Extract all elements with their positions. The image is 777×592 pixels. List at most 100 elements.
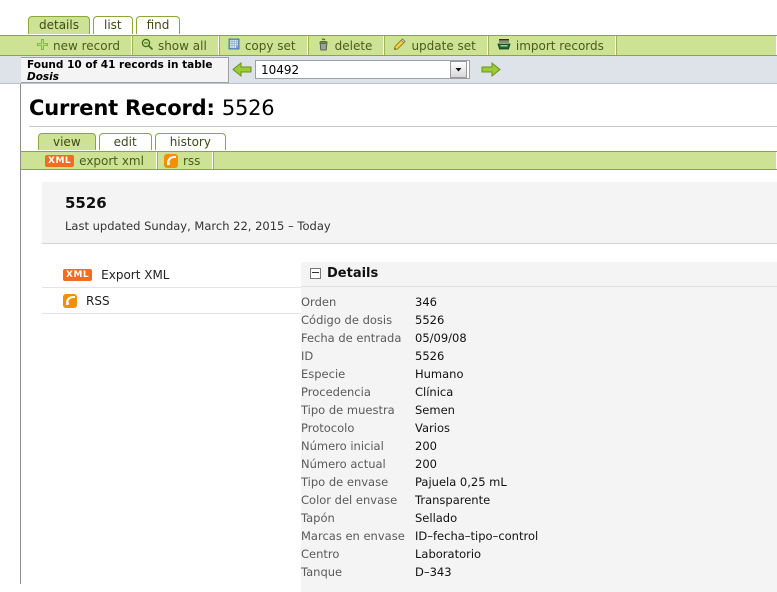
page-body: Current Record: 5526 view edit history XML… xyxy=(20,84,777,592)
update-set-label: update set xyxy=(411,38,476,53)
chevron-down-icon[interactable] xyxy=(450,61,467,78)
record-last-updated: Last updated Sunday, March 22, 2015 – To… xyxy=(65,219,331,233)
details-field-value: Clínica xyxy=(415,385,454,399)
new-record-button[interactable]: new record xyxy=(28,36,132,55)
details-field-label: Orden xyxy=(301,295,337,309)
details-field-value: Varios xyxy=(415,421,450,435)
details-row: Fecha de entrada 05/09/08 xyxy=(301,329,777,347)
details-field-label: Número inicial xyxy=(301,439,384,453)
details-row: Centro Laboratorio xyxy=(301,545,777,563)
update-set-button[interactable]: update set xyxy=(384,36,488,55)
tab-history[interactable]: history xyxy=(154,133,226,150)
details-field-value: Semen xyxy=(415,403,455,417)
details-field-value: Pajuela 0,25 mL xyxy=(415,475,507,489)
show-all-label: show all xyxy=(157,38,207,53)
magnifier-icon xyxy=(141,38,153,53)
page-title-value: 5526 xyxy=(221,96,275,120)
next-record-button[interactable] xyxy=(478,60,504,80)
details-field-label: Marcas en envase xyxy=(301,529,405,543)
details-field-label: Número actual xyxy=(301,457,386,471)
details-field-label: Color del envase xyxy=(301,493,398,507)
record-nav-bar: Found 10 of 41 records in table Dosis No… xyxy=(0,56,777,95)
details-row: Especie Humano xyxy=(301,365,777,383)
top-spacer xyxy=(0,0,777,16)
tab-details[interactable]: details xyxy=(28,16,90,34)
found-table-name: Dosis xyxy=(27,70,60,83)
details-field-label: Fecha de entrada xyxy=(301,331,402,345)
details-row: Tipo de muestra Semen xyxy=(301,401,777,419)
export-xml-label: export xml xyxy=(79,153,144,168)
pencil-icon xyxy=(393,37,407,54)
delete-button[interactable]: delete xyxy=(308,36,385,55)
record-select[interactable]: 10492 xyxy=(255,60,470,79)
details-field-body: Orden 346 Código de dosis 5526 Fecha de entr… xyxy=(301,293,777,581)
details-field-label: Procedencia xyxy=(301,385,371,399)
details-field-value: 200 xyxy=(415,439,437,453)
rss-label: rss xyxy=(182,153,201,168)
page-title: Current Record: 5526 xyxy=(21,84,777,126)
details-row: Tanque D–343 xyxy=(301,563,777,581)
title-divider xyxy=(29,126,777,127)
sub-toolbar-filler xyxy=(213,152,777,169)
details-field-value: 05/09/08 xyxy=(415,331,467,345)
sidebar-item-label: Export XML xyxy=(101,267,170,282)
delete-label: delete xyxy=(334,38,373,53)
sidebar-item-export-xml[interactable]: XML Export XML xyxy=(42,262,301,288)
sidebar-item-rss[interactable]: RSS xyxy=(42,288,301,314)
details-field-value: Humano xyxy=(415,367,464,381)
details-field-table: Orden 346 Código de dosis 5526 Fecha de entr… xyxy=(301,293,777,581)
import-icon xyxy=(497,38,511,53)
rss-icon xyxy=(63,293,77,308)
show-all-button[interactable]: show all xyxy=(132,36,219,55)
details-row: ID 5526 xyxy=(301,347,777,365)
import-records-label: import records xyxy=(515,38,604,53)
details-field-label: Tipo de muestra xyxy=(301,403,395,417)
details-field-value: 200 xyxy=(415,457,437,471)
details-column: Details Orden 346 Código de dosis 5526 Fecha… xyxy=(301,262,777,592)
arrow-right-icon xyxy=(481,61,501,78)
details-field-value: Transparente xyxy=(415,493,491,507)
record-select-value: 10492 xyxy=(261,62,300,77)
copy-set-label: copy set xyxy=(244,38,296,53)
view-tab-row: view edit history xyxy=(21,133,777,151)
import-records-button[interactable]: import records xyxy=(488,36,616,55)
minus-box-icon[interactable] xyxy=(310,268,321,279)
details-field-value: 346 xyxy=(415,295,437,309)
details-row: Tapón Sellado xyxy=(301,509,777,527)
details-row: Número inicial 200 xyxy=(301,437,777,455)
action-toolbar-filler xyxy=(616,36,777,55)
tab-find[interactable]: find xyxy=(135,16,181,34)
record-sub-toolbar: XML export xml rss xyxy=(21,151,777,170)
xml-icon: XML xyxy=(63,268,93,281)
details-panel-header[interactable]: Details xyxy=(301,262,777,287)
details-field-label: Tanque xyxy=(301,565,343,579)
prev-record-button[interactable] xyxy=(229,60,255,80)
record-header-card: 5526 Last updated Sunday, March 22, 2015… xyxy=(42,182,777,244)
details-field-label: Código de dosis xyxy=(301,313,393,327)
tab-list[interactable]: list xyxy=(92,16,133,34)
export-xml-button[interactable]: XML export xml xyxy=(38,152,157,169)
found-status: Found 10 of 41 records in table Dosis No… xyxy=(21,56,229,95)
details-row: Número actual 200 xyxy=(301,455,777,473)
found-line-text: Found 10 of 41 records in table xyxy=(27,58,213,71)
details-field-label: ID xyxy=(301,349,314,363)
details-field-value: D–343 xyxy=(415,565,452,579)
copy-set-button[interactable]: copy set xyxy=(219,36,308,55)
action-toolbar: new record show all copy set delete upda… xyxy=(0,35,777,56)
copy-icon xyxy=(228,38,240,53)
rss-icon xyxy=(163,153,178,168)
arrow-left-icon xyxy=(232,61,252,78)
details-field-value: 5526 xyxy=(415,349,445,363)
tab-view[interactable]: view xyxy=(38,133,96,150)
details-row: Marcas en envase ID–fecha–tipo–control xyxy=(301,527,777,545)
content-columns: XML Export XML RSS Details Orden 346 Códig… xyxy=(21,262,777,592)
page-title-label: Current Record: xyxy=(29,96,215,120)
tab-edit[interactable]: edit xyxy=(98,133,152,150)
record-id: 5526 xyxy=(65,194,107,212)
sidebar: XML Export XML RSS xyxy=(21,262,301,592)
details-row: Protocolo Varios xyxy=(301,419,777,437)
trash-icon xyxy=(317,38,330,54)
details-row: Tipo de envase Pajuela 0,25 mL xyxy=(301,473,777,491)
found-line: Found 10 of 41 records in table Dosis xyxy=(27,59,228,83)
rss-button[interactable]: rss xyxy=(157,152,214,169)
